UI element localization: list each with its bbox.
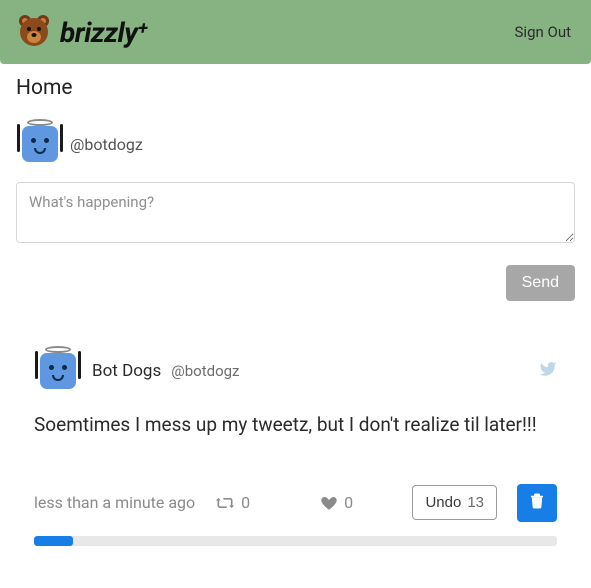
brand-plus: + <box>138 18 147 39</box>
retweet-icon <box>215 494 235 512</box>
tweet-handle: @botdogz <box>171 362 239 380</box>
compose-input[interactable] <box>16 182 575 243</box>
tweet-display-name: Bot Dogs <box>92 361 161 381</box>
undo-progress <box>34 536 557 546</box>
undo-progress-fill <box>34 536 73 546</box>
send-row: Send <box>16 265 575 301</box>
compose-avatar <box>16 120 64 168</box>
page-title: Home <box>16 76 575 100</box>
compose-header: @botdogz <box>16 120 575 168</box>
like-stat[interactable]: 0 <box>320 493 353 512</box>
tweet-avatar <box>34 347 82 395</box>
delete-button[interactable] <box>517 484 557 522</box>
tweet-body: Soemtimes I mess up my tweetz, but I don… <box>34 411 557 440</box>
retweet-stat[interactable]: 0 <box>215 493 250 512</box>
compose-handle: @botdogz <box>70 135 143 154</box>
main-content: Home @botdogz Send <box>0 64 591 546</box>
trash-icon <box>528 492 546 513</box>
undo-button[interactable]: Undo 13 <box>412 485 497 520</box>
tweet-header: Bot Dogs @botdogz <box>34 347 557 395</box>
retweet-count: 0 <box>241 493 250 512</box>
signout-link[interactable]: Sign Out <box>515 23 571 41</box>
tweet-timestamp: less than a minute ago <box>34 493 195 512</box>
brand-name: brizzly+ <box>60 16 147 49</box>
brand: brizzly+ <box>16 12 147 52</box>
heart-icon <box>320 494 338 512</box>
tweet-card: Bot Dogs @botdogz Soemtimes I mess up my… <box>16 347 575 546</box>
like-count: 0 <box>344 493 353 512</box>
undo-countdown: 13 <box>467 494 484 511</box>
undo-label: Undo <box>425 494 461 511</box>
app-header: brizzly+ Sign Out <box>0 0 591 64</box>
send-button[interactable]: Send <box>506 265 575 301</box>
twitter-icon <box>539 360 557 382</box>
tweet-footer: less than a minute ago 0 <box>34 484 557 522</box>
bear-icon <box>16 12 52 52</box>
